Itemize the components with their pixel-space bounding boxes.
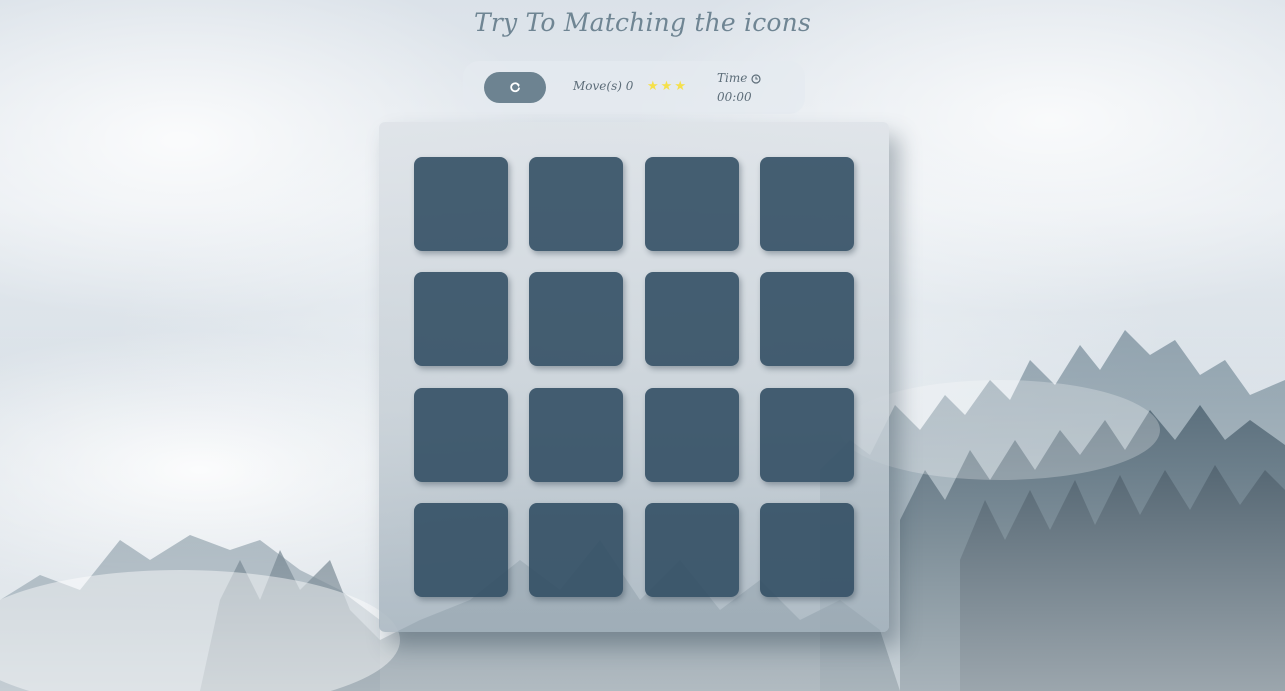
card-hidden[interactable]	[645, 157, 739, 251]
restart-icon	[510, 81, 520, 92]
card-hidden[interactable]	[414, 157, 508, 251]
timer: Time 00:00	[717, 69, 761, 107]
card-hidden[interactable]	[529, 272, 623, 366]
card-hidden[interactable]	[529, 157, 623, 251]
restart-button[interactable]	[484, 72, 546, 103]
moves-counter: Move(s) 0	[573, 79, 634, 93]
card-hidden[interactable]	[760, 272, 854, 366]
star-rating: ★ ★ ★	[647, 80, 686, 93]
star-icon: ★	[647, 79, 659, 94]
time-value: 00:00	[717, 90, 752, 104]
card-hidden[interactable]	[760, 157, 854, 251]
card-hidden[interactable]	[414, 272, 508, 366]
clock-icon	[751, 73, 761, 84]
time-label: Time	[717, 71, 748, 85]
card-hidden[interactable]	[645, 388, 739, 482]
card-hidden[interactable]	[529, 388, 623, 482]
card-hidden[interactable]	[760, 503, 854, 597]
card-hidden[interactable]	[529, 503, 623, 597]
star-icon: ★	[674, 79, 686, 94]
card-hidden[interactable]	[414, 503, 508, 597]
card-hidden[interactable]	[645, 272, 739, 366]
star-icon: ★	[660, 79, 673, 94]
card-hidden[interactable]	[645, 503, 739, 597]
page-title: Try To Matching the icons	[474, 8, 811, 37]
card-deck	[379, 122, 889, 632]
score-panel: Move(s) 0 ★ ★ ★ Time 00:00	[463, 61, 805, 114]
card-hidden[interactable]	[760, 388, 854, 482]
card-hidden[interactable]	[414, 388, 508, 482]
